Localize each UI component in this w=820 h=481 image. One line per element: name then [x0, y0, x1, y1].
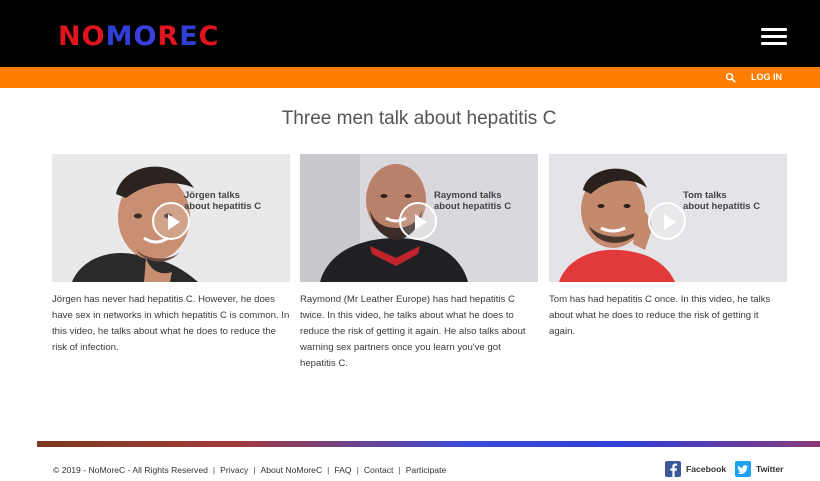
video-overlay-title: Tom talks about hepatitis C [683, 190, 760, 212]
footer-link-faq[interactable]: FAQ [334, 465, 351, 475]
footer-link-contact[interactable]: Contact [364, 465, 394, 475]
hamburger-line [761, 35, 787, 38]
facebook-icon [665, 461, 681, 477]
overlay-line: about hepatitis C [184, 201, 262, 212]
video-card-jorgen: Jörgen talks about hepatitis C Jörgen ha… [52, 154, 290, 356]
logo-letter: N [58, 21, 82, 52]
logo-letter: O [81, 21, 106, 52]
hamburger-icon[interactable] [761, 28, 787, 46]
video-thumbnail[interactable]: Raymond talks about hepatitis C [300, 154, 538, 282]
search-icon[interactable] [725, 72, 736, 83]
footer-link-participate[interactable]: Participate [406, 465, 447, 475]
footer-links: © 2019 - NoMoreC - All Rights Reserved | P… [53, 465, 446, 475]
overlay-line: about hepatitis C [434, 201, 512, 212]
logo-letter: O [133, 21, 158, 52]
separator: | [253, 465, 256, 475]
overlay-line: Jörgen talks [184, 190, 240, 201]
footer-link-privacy[interactable]: Privacy [220, 465, 248, 475]
overlay-line: Raymond talks [434, 190, 502, 201]
footer-divider [37, 441, 820, 447]
copyright-text: © 2019 - NoMoreC - All Rights Reserved [53, 465, 208, 475]
site-logo[interactable]: NOMOREC [58, 22, 219, 52]
utility-bar: LOG IN [0, 67, 820, 88]
facebook-link[interactable]: Facebook [665, 460, 726, 478]
video-description: Raymond (Mr Leather Europe) has had hepa… [300, 294, 526, 369]
separator: | [356, 465, 359, 475]
video-overlay-title: Raymond talks about hepatitis C [434, 190, 511, 212]
video-thumbnail[interactable]: Tom talks about hepatitis C [549, 154, 787, 282]
separator: | [327, 465, 330, 475]
twitter-link[interactable]: Twitter [735, 460, 784, 478]
twitter-icon [735, 461, 751, 477]
video-description: Jörgen has never had hepatitis C. Howeve… [52, 294, 290, 353]
video-overlay-title: Jörgen talks about hepatitis C [184, 190, 261, 212]
page-title: Three men talk about hepatitis C [281, 108, 557, 129]
overlay-line: Tom talks [683, 190, 727, 201]
video-description: Tom has had hepatitis C once. In this vi… [549, 294, 771, 337]
logo-letter: M [105, 21, 134, 52]
play-icon[interactable] [399, 202, 437, 240]
hamburger-line [761, 28, 787, 31]
video-card-raymond: Raymond talks about hepatitis C Raymond … [300, 154, 538, 372]
hamburger-line [761, 42, 787, 45]
play-icon[interactable] [648, 202, 686, 240]
facebook-label: Facebook [686, 464, 727, 474]
logo-letter: C [198, 21, 220, 52]
overlay-line: about hepatitis C [683, 201, 761, 212]
logo-letter: R [157, 21, 180, 52]
twitter-label: Twitter [756, 464, 784, 474]
separator: | [212, 465, 216, 475]
footer-link-about[interactable]: About NoMoreC [261, 465, 323, 475]
login-link[interactable]: LOG IN [751, 72, 782, 83]
top-navbar: NOMOREC [0, 0, 820, 67]
separator: | [398, 465, 401, 475]
play-icon[interactable] [152, 202, 190, 240]
logo-letter: E [179, 21, 199, 52]
video-card-tom: Tom talks about hepatitis C Tom has had … [549, 154, 787, 340]
video-thumbnail[interactable]: Jörgen talks about hepatitis C [52, 154, 290, 282]
